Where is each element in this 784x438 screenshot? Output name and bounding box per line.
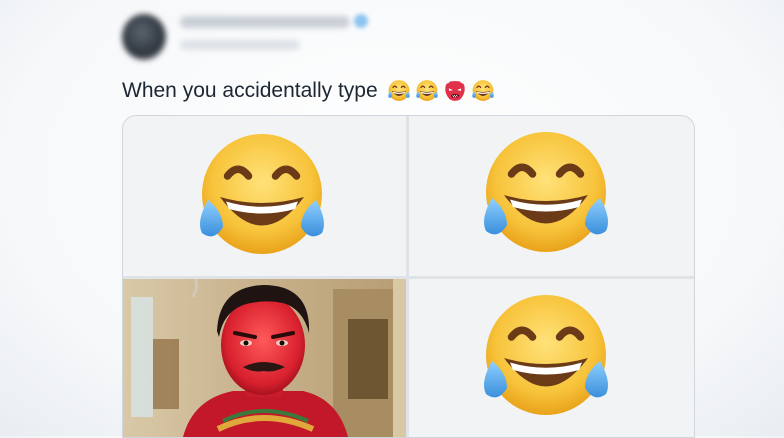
face-with-tears-of-joy-icon (471, 120, 621, 270)
tweet-header (118, 6, 418, 60)
media-cell-emoji-3[interactable] (409, 279, 694, 437)
tweet-text: When you accidentally type (122, 76, 498, 106)
avatar[interactable] (122, 14, 166, 60)
photo-man-red-face (123, 279, 406, 437)
face-with-tears-of-joy-icon (187, 122, 337, 272)
media-cell-emoji-1[interactable] (123, 116, 406, 276)
tweet-body-text: When you accidentally type (122, 79, 378, 102)
media-grid (122, 115, 695, 438)
media-cell-emoji-2[interactable] (409, 116, 694, 276)
face-with-tears-of-joy-icon (470, 78, 496, 104)
media-cell-photo[interactable] (123, 279, 406, 437)
face-with-tears-of-joy-icon (414, 78, 440, 104)
verified-badge-icon (354, 14, 368, 28)
angry-red-mask-icon (442, 78, 468, 104)
display-name-blurred[interactable] (180, 16, 350, 28)
username-handle-blurred[interactable] (180, 40, 300, 50)
face-with-tears-of-joy-icon (386, 78, 412, 104)
face-with-tears-of-joy-icon (471, 283, 621, 433)
